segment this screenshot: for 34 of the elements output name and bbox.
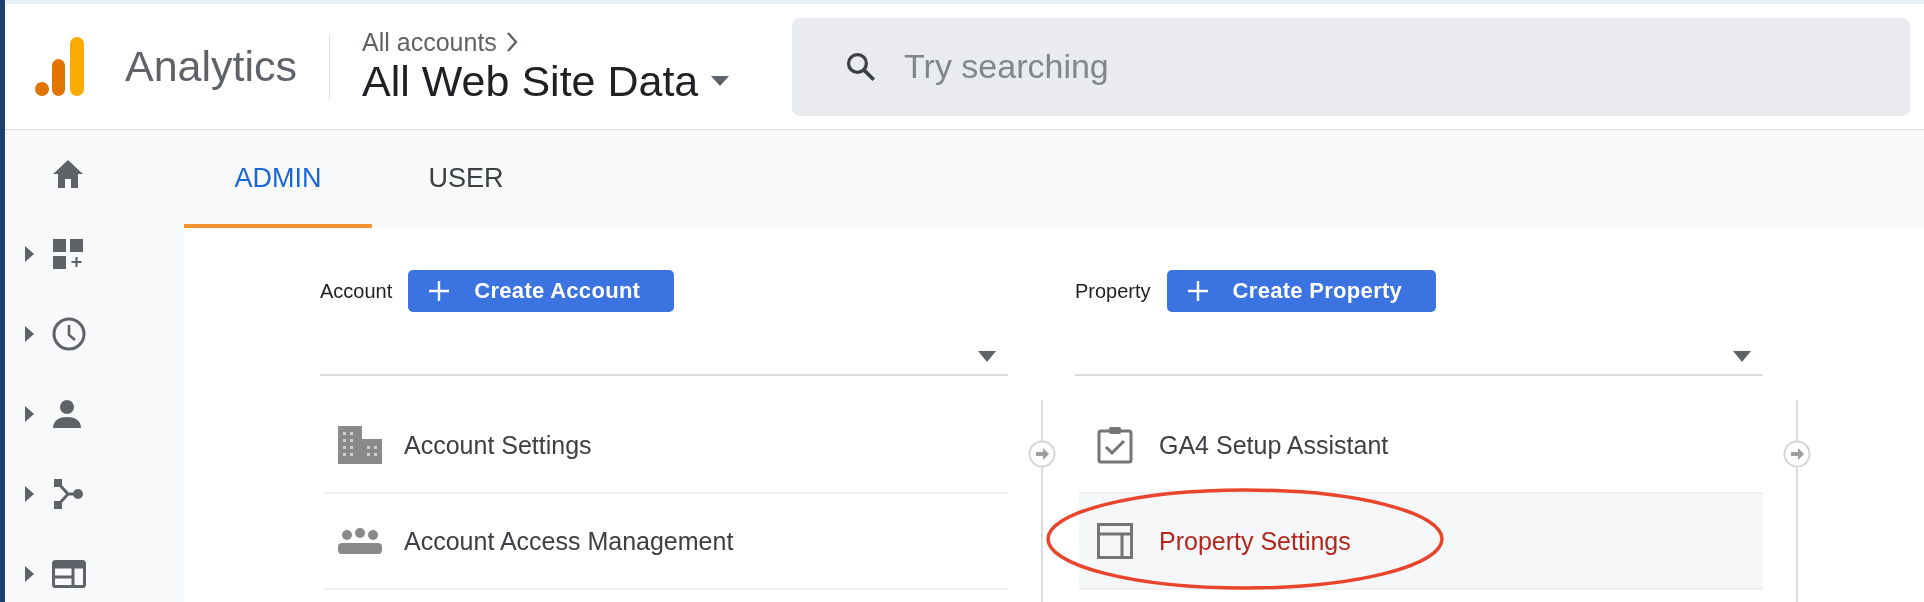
- breadcrumb-link[interactable]: All accounts: [362, 27, 497, 57]
- dashboard-add-icon[interactable]: [52, 238, 84, 270]
- column-label: Property: [1075, 279, 1151, 303]
- branch-icon[interactable]: [52, 478, 84, 510]
- expand-arrow-icon[interactable]: [25, 246, 34, 262]
- person-icon[interactable]: [52, 399, 82, 429]
- layout-icon[interactable]: [52, 560, 86, 588]
- caret-icon: [710, 75, 731, 87]
- expand-arrow-icon[interactable]: [25, 406, 34, 422]
- people-icon: [338, 528, 382, 554]
- building-icon: [338, 426, 382, 464]
- plus-icon: [428, 280, 451, 302]
- expand-arrow-icon[interactable]: [25, 566, 34, 582]
- create-button[interactable]: Create Account: [408, 270, 675, 312]
- expand-arrow-icon[interactable]: [25, 326, 34, 342]
- caret-icon: [1733, 351, 1751, 362]
- menu-item[interactable]: Account Access Management: [324, 494, 1008, 590]
- search-field[interactable]: Try searching: [904, 47, 1405, 86]
- menu-item[interactable]: Account Settings: [324, 398, 1008, 494]
- caret-icon: [978, 351, 996, 362]
- create-button[interactable]: Create Property: [1166, 270, 1437, 312]
- menu-item[interactable]: Property Settings: [1079, 494, 1763, 590]
- column-label: Account: [320, 279, 393, 303]
- clock-icon[interactable]: [52, 317, 86, 351]
- logo-icon: [35, 36, 85, 97]
- arrow-circle-icon[interactable]: [1028, 440, 1056, 468]
- expand-arrow-icon[interactable]: [25, 486, 34, 502]
- home-icon[interactable]: [52, 159, 84, 189]
- product-name: Analytics: [125, 42, 298, 91]
- view-selector[interactable]: All Web Site Data: [362, 56, 783, 106]
- chevron-right-icon: [504, 31, 519, 53]
- plus-icon: [1186, 280, 1209, 302]
- tab[interactable]: USER: [372, 130, 560, 228]
- arrow-circle-icon[interactable]: [1783, 440, 1811, 468]
